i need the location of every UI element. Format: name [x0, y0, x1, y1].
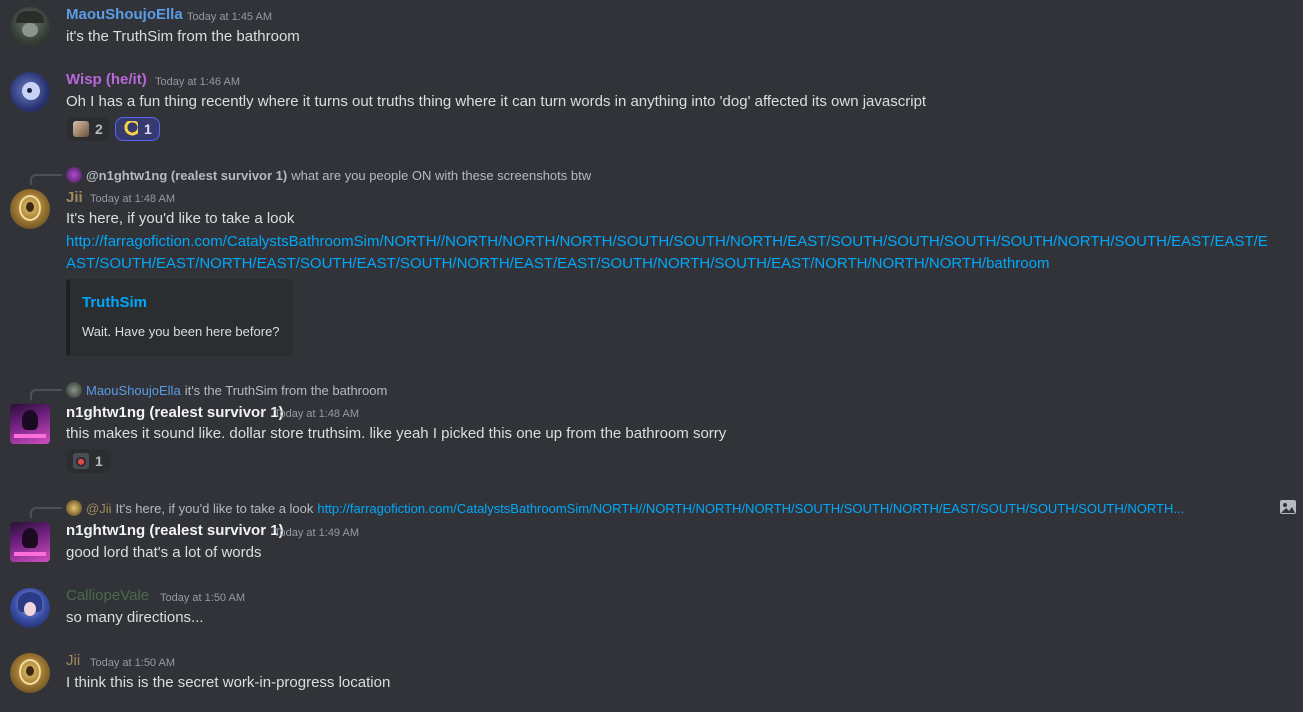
message-text: this makes it sound like. dollar store t… [66, 425, 727, 442]
moon-emoji-icon [122, 121, 138, 137]
reply-text: it's the TruthSim from the bathroom [184, 382, 388, 398]
username[interactable]: MaouShoujoElla [66, 6, 183, 23]
message-text: good lord that's a lot of words [66, 544, 262, 561]
message-text: it's the TruthSim from the bathroom [66, 28, 300, 45]
reply-preview[interactable]: @n1ghtw1ng (realest survivor 1) what are… [66, 166, 591, 184]
embed-description: Wait. Have you been here before? [82, 324, 280, 339]
reply-spine [30, 174, 62, 185]
timestamp[interactable]: Today at 1:48 AM [274, 408, 359, 420]
reply-author[interactable]: @Jii [86, 501, 111, 516]
avatar-n1ghtw1ng[interactable] [10, 522, 50, 562]
embed-title[interactable]: TruthSim [82, 294, 147, 311]
avatar-n1ghtw1ng[interactable] [10, 404, 50, 444]
reply-author[interactable]: @n1ghtw1ng (realest survivor 1) [86, 168, 287, 183]
message-link-continuation[interactable]: AST/SOUTH/EAST/NORTH/EAST/SOUTH/EAST/SOU… [66, 253, 1049, 275]
message-text: Oh I has a fun thing recently where it t… [66, 93, 927, 110]
timestamp[interactable]: Today at 1:45 AM [187, 11, 272, 23]
username[interactable]: CalliopeVale [66, 587, 149, 604]
reply-author[interactable]: MaouShoujoElla [86, 383, 181, 398]
username[interactable]: Jii [66, 652, 80, 669]
message-text: I think this is the secret work-in-progr… [66, 674, 391, 691]
reply-preview[interactable]: MaouShoujoElla it's the TruthSim from th… [66, 381, 387, 399]
username[interactable]: n1ghtw1ng (realest survivor 1) [66, 522, 284, 539]
message-text: so many directions... [66, 609, 204, 626]
skull-emoji-icon [73, 453, 89, 469]
reply-text: what are you people ON with these screen… [291, 167, 592, 183]
reply-avatar [66, 167, 82, 183]
timestamp[interactable]: Today at 1:49 AM [274, 527, 359, 539]
username[interactable]: Wisp (he/it) [66, 71, 147, 88]
reply-avatar [66, 382, 82, 398]
message-link[interactable]: http://farragofiction.com/CatalystsBathr… [66, 231, 1301, 253]
reply-text: It's here, if you'd like to take a look [115, 500, 314, 516]
reaction-count: 2 [95, 121, 103, 137]
message-text: It's here, if you'd like to take a look [66, 210, 295, 227]
username[interactable]: Jii [66, 189, 83, 206]
reaction-count: 1 [144, 121, 152, 137]
dog-emoji-icon [73, 121, 89, 137]
reaction-skull[interactable]: 1 [66, 449, 111, 473]
avatar-wisp[interactable] [10, 72, 50, 112]
reaction-moon[interactable]: 1 [115, 117, 160, 141]
reply-link[interactable]: http://farragofiction.com/CatalystsBathr… [317, 501, 1184, 516]
timestamp[interactable]: Today at 1:50 AM [90, 657, 175, 669]
timestamp[interactable]: Today at 1:46 AM [155, 76, 240, 88]
reply-spine [30, 389, 62, 400]
avatar-jii[interactable] [10, 189, 50, 229]
avatar-calliopevale[interactable] [10, 588, 50, 628]
username[interactable]: n1ghtw1ng (realest survivor 1) [66, 404, 284, 421]
avatar-jii[interactable] [10, 653, 50, 693]
link-embed: TruthSim Wait. Have you been here before… [66, 279, 294, 356]
reaction-dog[interactable]: 2 [66, 117, 110, 141]
avatar-maoushoujoella[interactable] [10, 7, 50, 47]
timestamp[interactable]: Today at 1:50 AM [160, 592, 245, 604]
reply-avatar [66, 500, 82, 516]
timestamp[interactable]: Today at 1:48 AM [90, 193, 175, 205]
image-icon [1279, 498, 1297, 516]
reply-spine [30, 507, 62, 518]
reaction-count: 1 [95, 453, 103, 469]
reply-preview[interactable]: @Jii It's here, if you'd like to take a … [66, 499, 1270, 517]
